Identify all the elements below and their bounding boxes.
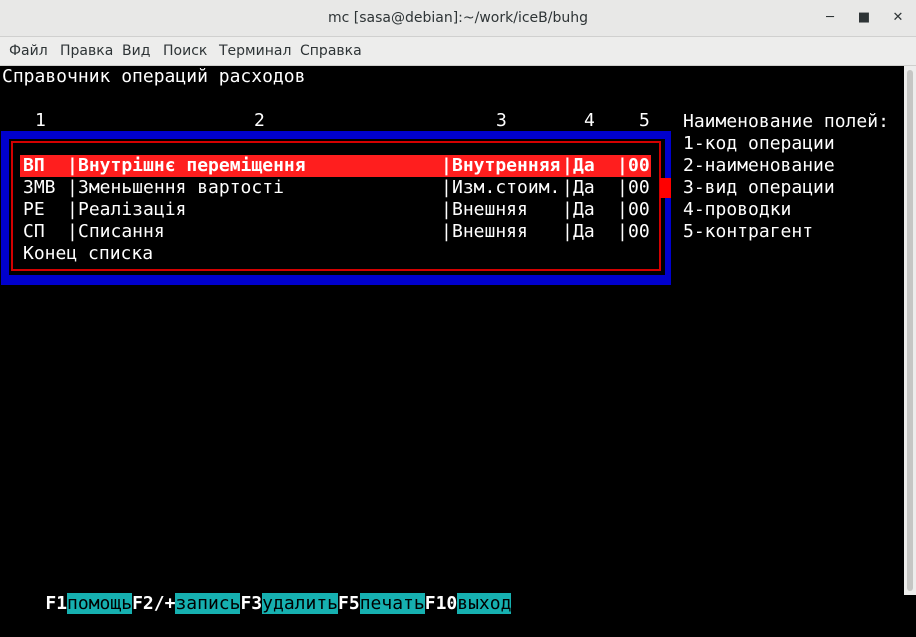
row-separator: | [67,177,78,198]
row-separator: | [441,221,452,242]
row-separator: | [617,177,628,198]
row-separator: | [67,155,78,176]
fkey-action: выход [457,593,512,614]
legend-item: 3-вид операции [683,177,835,198]
row-type: Внешняя [452,221,528,242]
row-code: РЕ [23,199,45,220]
window-title: mc [sasa@debian]:~/work/iceB/buhg [328,10,588,26]
row-separator: | [617,199,628,220]
column-number-4: 4 [584,110,595,131]
end-of-list-label: Конец списка [23,243,154,264]
function-key-bar: F1помощьF2/+записьF3удалитьF5печатьF10вы… [2,571,512,614]
row-separator: | [562,177,573,198]
legend-item: 5-контрагент [683,221,814,242]
fkey-action: запись [175,593,241,614]
fkey-label: F2/+ [132,593,176,614]
fkey-label: F3 [240,593,263,614]
row-counterparty: 00 [628,199,650,220]
f2-save-key[interactable]: F2/+запись [132,593,241,614]
row-type: Внутренняя [452,155,561,176]
menu-file[interactable]: Файл [9,37,48,65]
row-postings: Да [573,155,595,176]
row-separator: | [67,199,78,220]
row-name: Внутрішнє переміщення [78,155,306,176]
row-separator: | [562,155,573,176]
fkey-label: F10 [424,593,458,614]
row-separator: | [441,177,452,198]
legend-title: Наименование полей: [683,111,889,132]
f5-print-key[interactable]: F5печать [338,593,425,614]
column-number-5: 5 [639,110,650,131]
fkey-label: F1 [45,593,68,614]
list-scroll-marker [660,178,671,198]
close-icon[interactable]: ✕ [886,0,910,36]
fkey-label: F5 [338,593,360,614]
f10-exit-key[interactable]: F10выход [425,593,512,614]
row-counterparty: 00 [628,177,650,198]
row-separator: | [562,221,573,242]
f1-help-key[interactable]: F1помощь [45,593,133,614]
row-postings: Да [573,177,595,198]
scrollbar-thumb[interactable] [907,70,913,591]
row-code: СП [23,221,45,242]
menu-search[interactable]: Поиск [163,37,207,65]
legend-item: 1-код операции [683,133,835,154]
terminal-screen[interactable]: Справочник операций расходов 1 2 3 4 5 В… [0,66,904,614]
menu-terminal[interactable]: Терминал [219,37,291,65]
maximize-icon[interactable]: ■ [852,0,876,36]
fkey-action: помощь [67,593,133,614]
row-counterparty: 00 [628,221,650,242]
column-number-3: 3 [496,110,507,131]
row-type: Изм.стоим. [452,177,561,198]
minimize-icon[interactable]: ─ [818,0,842,36]
row-separator: | [67,221,78,242]
row-code: ЗМВ [23,177,56,198]
row-separator: | [617,155,628,176]
menu-help[interactable]: Справка [300,37,362,65]
row-type: Внешняя [452,199,528,220]
window-titlebar: mc [sasa@debian]:~/work/iceB/buhg ─ ■ ✕ [0,0,916,37]
column-number-1: 1 [35,110,46,131]
row-name: Реалізація [78,199,187,220]
row-name: Списання [78,221,165,242]
row-separator: | [617,221,628,242]
row-postings: Да [573,199,595,220]
fkey-action: печать [359,593,425,614]
legend-item: 2-наименование [683,155,835,176]
row-postings: Да [573,221,595,242]
row-separator: | [441,199,452,220]
fkey-action: удалить [262,593,339,614]
page-title: Справочник операций расходов [2,66,306,87]
row-separator: | [441,155,452,176]
row-separator: | [562,199,573,220]
row-code: ВП [23,155,45,176]
row-counterparty: 00 [628,155,650,176]
menu-view[interactable]: Вид [122,37,150,65]
row-name: Зменьшення вартості [78,177,284,198]
legend-item: 4-проводки [683,199,792,220]
column-number-2: 2 [254,110,265,131]
terminal-scrollbar[interactable] [904,66,916,595]
menu-bar: Файл Правка Вид Поиск Терминал Справка [0,37,916,66]
menu-edit[interactable]: Правка [60,37,113,65]
f3-delete-key[interactable]: F3удалить [240,593,339,614]
